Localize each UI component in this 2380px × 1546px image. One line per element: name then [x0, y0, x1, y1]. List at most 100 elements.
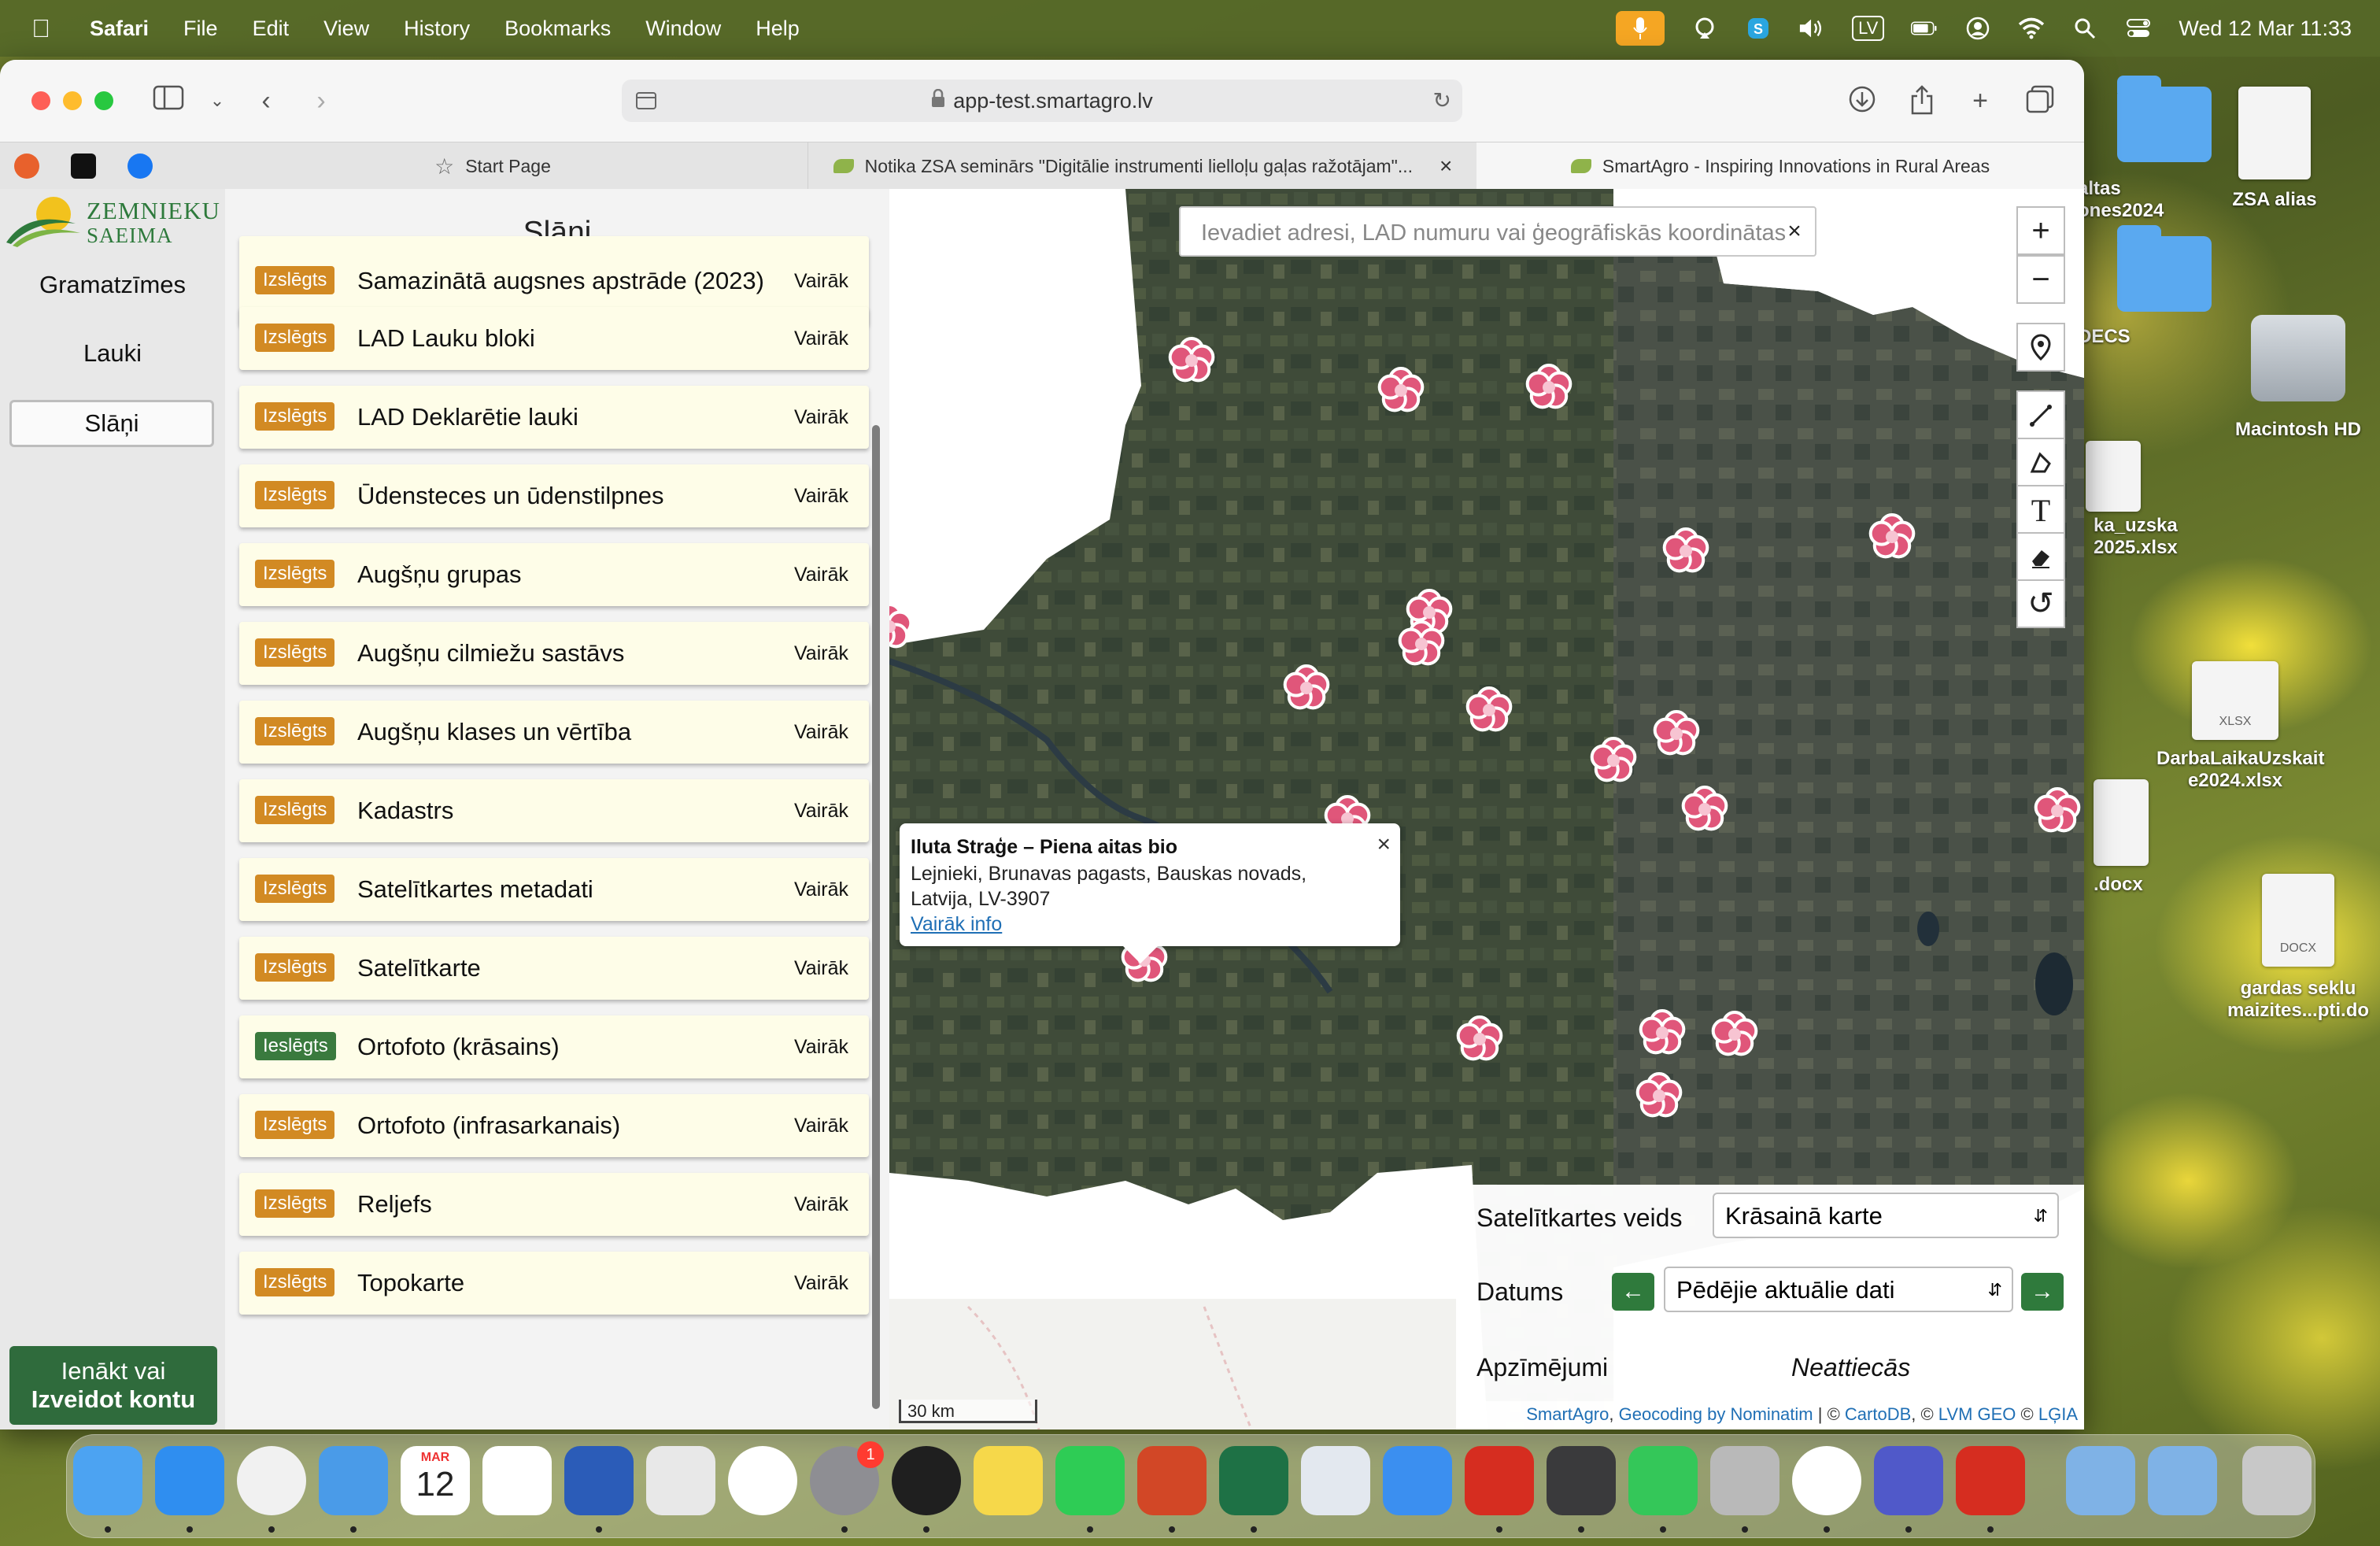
- layer-more-button[interactable]: Vairāk: [794, 779, 848, 842]
- layer-toggle-button[interactable]: Izslēgts: [255, 796, 335, 824]
- favorite-facebook-icon[interactable]: [128, 153, 153, 179]
- dock-app-preview[interactable]: [1301, 1446, 1370, 1515]
- skype-icon[interactable]: S: [1745, 15, 1772, 42]
- dock-app-teams[interactable]: [1874, 1446, 1943, 1515]
- layer-toggle-button[interactable]: Izslēgts: [255, 266, 335, 294]
- dock-app-passwords[interactable]: [892, 1446, 961, 1515]
- share-icon[interactable]: [1906, 85, 1938, 117]
- new-tab-icon[interactable]: +: [1964, 85, 1996, 117]
- nav-item-gramatzimes[interactable]: Gramatzīmes: [11, 263, 214, 307]
- desktop-item-zsa-alias[interactable]: ZSA alias: [2196, 87, 2353, 211]
- desktop-item-xlsx[interactable]: ka_uzska 2025.xlsx: [2078, 441, 2219, 559]
- dock-app-mail[interactable]: [319, 1446, 388, 1515]
- apple-icon[interactable]: : [31, 15, 55, 42]
- forward-button[interactable]: ›: [305, 85, 337, 117]
- layer-row[interactable]: Ieslēgts Ortofoto (krāsains) Vairāk: [239, 1015, 869, 1078]
- next-date-button[interactable]: →: [2021, 1273, 2064, 1311]
- dock-app-chrome[interactable]: [237, 1446, 306, 1515]
- layer-toggle-button[interactable]: Izslēgts: [255, 481, 335, 509]
- layer-more-button[interactable]: Vairāk: [794, 386, 848, 449]
- text-tool-icon[interactable]: T: [2016, 485, 2065, 534]
- downloads-icon[interactable]: [1846, 85, 1878, 117]
- dock-app-notes[interactable]: [974, 1446, 1043, 1515]
- dock-app-whatsapp-2[interactable]: [1710, 1446, 1779, 1515]
- menu-help[interactable]: Help: [756, 17, 800, 41]
- dock-app-reminders[interactable]: [482, 1446, 552, 1515]
- layer-more-button[interactable]: Vairāk: [794, 464, 848, 527]
- attribution-lvm-link[interactable]: LVM GEO: [1938, 1404, 2016, 1424]
- dock-app-word[interactable]: [564, 1446, 634, 1515]
- airplay-icon[interactable]: [1691, 15, 1718, 42]
- dock-app-whatsapp[interactable]: [1055, 1446, 1125, 1515]
- layer-row[interactable]: Izslēgts Ortofoto (infrasarkanais) Vairāk: [239, 1094, 869, 1157]
- layer-toggle-button[interactable]: Izslēgts: [255, 1189, 335, 1218]
- input-source-indicator[interactable]: LV: [1852, 16, 1885, 41]
- desktop-item-gardas[interactable]: DOCX gardas seklu maizites...pti.do: [2219, 874, 2377, 1022]
- popup-more-info-link[interactable]: Vairāk info: [911, 913, 1002, 936]
- attribution-nominatim-link[interactable]: Geocoding by Nominatim: [1619, 1404, 1813, 1424]
- layer-row[interactable]: Izslēgts Kadastrs Vairāk: [239, 779, 869, 842]
- layer-row[interactable]: Izslēgts Satelītkartes metadati Vairāk: [239, 858, 869, 921]
- sidebar-toggle-icon[interactable]: [153, 85, 184, 117]
- layer-more-button[interactable]: Vairāk: [794, 622, 848, 685]
- mic-icon[interactable]: [1616, 11, 1665, 46]
- dock-app-finder[interactable]: [73, 1446, 142, 1515]
- menu-edit[interactable]: Edit: [253, 17, 290, 41]
- menu-file[interactable]: File: [183, 17, 218, 41]
- back-button[interactable]: ‹: [250, 85, 282, 117]
- zoom-in-button[interactable]: +: [2016, 206, 2065, 255]
- zoom-window-button[interactable]: [94, 91, 113, 110]
- layer-toggle-button[interactable]: Izslēgts: [255, 324, 335, 352]
- locate-icon[interactable]: [2016, 323, 2065, 372]
- dock-app-maps[interactable]: [1383, 1446, 1452, 1515]
- tab-smartagro[interactable]: SmartAgro - Inspiring Innovations in Rur…: [1476, 142, 2084, 190]
- login-button[interactable]: Ienākt vai Izveidot kontu: [9, 1346, 217, 1425]
- tab-overview-icon[interactable]: [2024, 85, 2056, 117]
- dock-app-excel[interactable]: [1219, 1446, 1288, 1515]
- layer-more-button[interactable]: Vairāk: [794, 1015, 848, 1078]
- zoom-out-button[interactable]: −: [2016, 255, 2065, 304]
- layer-toggle-button[interactable]: Izslēgts: [255, 717, 335, 745]
- minimize-window-button[interactable]: [63, 91, 82, 110]
- satellite-type-select[interactable]: Krāsainā karte ⇵: [1713, 1193, 2059, 1238]
- clock[interactable]: Wed 12 Mar 11:33: [2179, 17, 2352, 41]
- desktop-item-docx[interactable]: .docx: [2078, 779, 2204, 896]
- date-select[interactable]: Pēdējie aktuālie dati ⇵: [1664, 1267, 2013, 1312]
- layer-row[interactable]: Izslēgts Augšņu klases un vērtība Vairāk: [239, 701, 869, 764]
- dock-app-system-settings[interactable]: 1: [810, 1441, 884, 1515]
- layer-row[interactable]: Izslēgts LAD Deklarētie lauki Vairāk: [239, 386, 869, 449]
- close-tab-icon[interactable]: ×: [1439, 153, 1452, 179]
- attribution-lgia-link[interactable]: LĢIA: [2038, 1404, 2078, 1424]
- favorite-v-icon[interactable]: [71, 153, 96, 179]
- previous-date-button[interactable]: ←: [1612, 1273, 1654, 1311]
- layer-more-button[interactable]: Vairāk: [794, 937, 848, 1000]
- dock-app-e-app[interactable]: [1792, 1446, 1861, 1515]
- dock-app-photos[interactable]: [728, 1446, 797, 1515]
- menu-app-name[interactable]: Safari: [90, 17, 149, 41]
- dock-app-print-center[interactable]: [1547, 1446, 1616, 1515]
- layer-toggle-button[interactable]: Izslēgts: [255, 1268, 335, 1296]
- attribution-cartodb-link[interactable]: CartoDB: [1845, 1404, 1911, 1424]
- layer-row[interactable]: Izslēgts Ūdensteces un ūdenstilpnes Vairāk: [239, 464, 869, 527]
- dock-app-calendar[interactable]: MAR 12: [401, 1446, 470, 1515]
- nav-item-lauki[interactable]: Lauki: [11, 331, 214, 375]
- map-view[interactable]: Ievadiet adresi, LAD numuru vai ģeogrāfi…: [889, 189, 2084, 1429]
- dock-app-launchpad[interactable]: [646, 1446, 715, 1515]
- layer-row[interactable]: Izslēgts LAD Lauku bloki Vairāk: [239, 307, 869, 370]
- tab-start-page[interactable]: ☆ Start Page: [178, 142, 808, 190]
- eraser-icon[interactable]: [2016, 532, 2065, 581]
- spotlight-icon[interactable]: [2071, 15, 2098, 42]
- dock-app-acrobat-2[interactable]: [1956, 1446, 2025, 1515]
- chevron-down-icon[interactable]: ⌄: [201, 85, 233, 117]
- layer-more-button[interactable]: Vairāk: [794, 701, 848, 764]
- menu-bookmarks[interactable]: Bookmarks: [504, 17, 611, 41]
- wifi-icon[interactable]: [2018, 15, 2045, 42]
- dock-app-trash[interactable]: [2242, 1446, 2312, 1515]
- layer-more-button[interactable]: Vairāk: [794, 1173, 848, 1236]
- draw-polygon-icon[interactable]: [2016, 438, 2065, 486]
- layer-toggle-button[interactable]: Izslēgts: [255, 402, 335, 431]
- user-icon[interactable]: [1964, 15, 1991, 42]
- layer-more-button[interactable]: Vairāk: [794, 1252, 848, 1315]
- layer-row[interactable]: Izslēgts Reljefs Vairāk: [239, 1173, 869, 1236]
- close-window-button[interactable]: [31, 91, 50, 110]
